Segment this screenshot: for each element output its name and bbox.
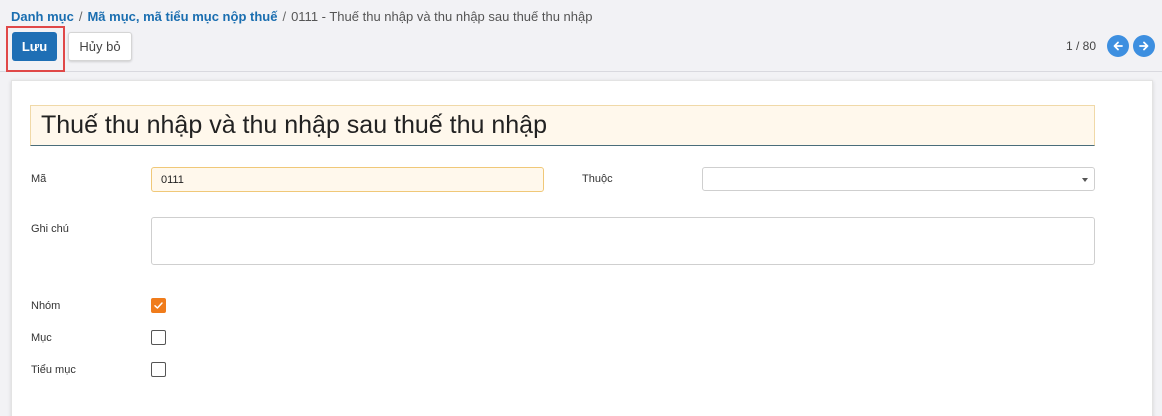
section-label: Mục bbox=[31, 332, 52, 344]
group-checkbox[interactable] bbox=[151, 298, 166, 313]
parent-select[interactable] bbox=[702, 167, 1095, 191]
code-label: Mã bbox=[31, 173, 47, 185]
checkmark-icon bbox=[154, 302, 163, 309]
section-checkbox[interactable] bbox=[151, 330, 166, 345]
breadcrumb-separator: / bbox=[282, 9, 287, 24]
caret-down-icon bbox=[1082, 178, 1088, 182]
subsection-checkbox[interactable] bbox=[151, 362, 166, 377]
breadcrumb-item-ma-muc[interactable]: Mã mục, mã tiểu mục nộp thuế bbox=[87, 9, 277, 24]
pager-previous-button[interactable] bbox=[1107, 35, 1129, 57]
note-label: Ghi chú bbox=[31, 223, 69, 235]
pager-next-button[interactable] bbox=[1133, 35, 1155, 57]
cancel-button[interactable]: Hủy bỏ bbox=[68, 32, 132, 61]
breadcrumb-current: 0111 - Thuế thu nhập và thu nhập sau thu… bbox=[291, 9, 593, 24]
note-textarea[interactable] bbox=[151, 217, 1095, 265]
breadcrumb: Danh mục / Mã mục, mã tiểu mục nộp thuế / 01… bbox=[11, 9, 592, 24]
parent-label: Thuộc bbox=[582, 173, 613, 185]
arrow-right-icon bbox=[1139, 41, 1149, 51]
breadcrumb-separator: / bbox=[78, 9, 83, 24]
save-button[interactable]: Lưu bbox=[12, 32, 57, 61]
name-title-input[interactable] bbox=[30, 105, 1095, 146]
pager-counter: 1 / 80 bbox=[1066, 39, 1097, 53]
breadcrumb-item-danh-muc[interactable]: Danh mục bbox=[11, 9, 74, 24]
control-panel: Danh mục / Mã mục, mã tiểu mục nộp thuế / 01… bbox=[0, 0, 1162, 72]
subsection-label: Tiểu mục bbox=[31, 364, 76, 376]
code-input[interactable] bbox=[151, 167, 544, 192]
arrow-left-icon bbox=[1113, 41, 1123, 51]
group-label: Nhóm bbox=[31, 300, 61, 312]
